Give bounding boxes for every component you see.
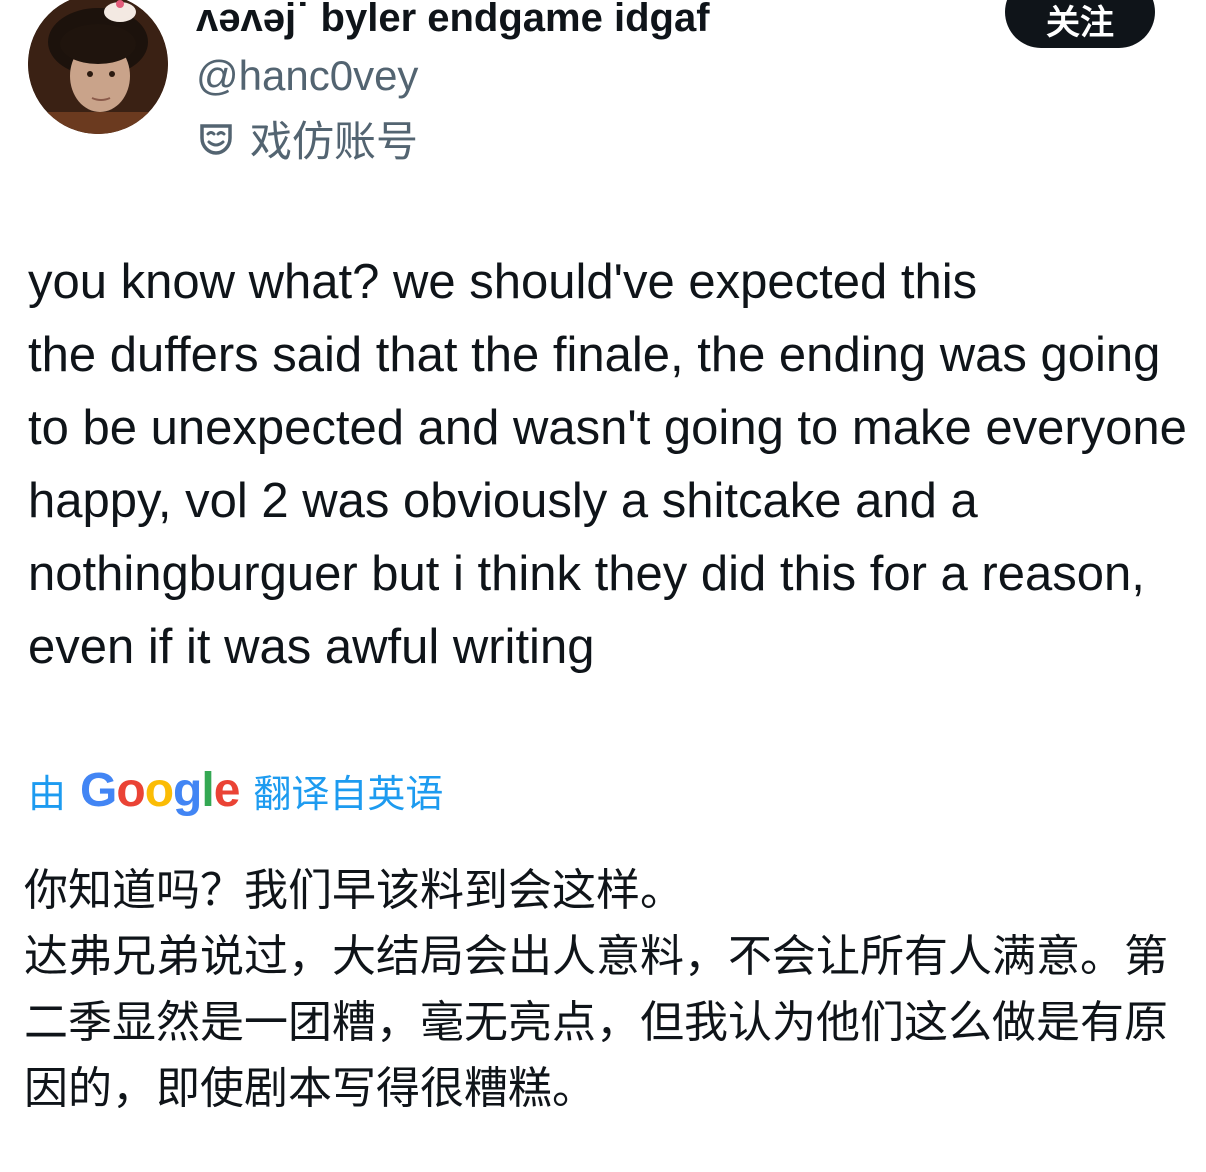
parody-label: 戏仿账号: [196, 112, 418, 165]
follow-button[interactable]: 关注: [1005, 0, 1155, 48]
translation-prefix: 由: [28, 773, 67, 816]
google-logo-icon: Google: [80, 763, 240, 817]
avatar[interactable]: [28, 0, 168, 134]
tweet-text: you know what? we should've expected thi…: [28, 255, 1187, 674]
display-name[interactable]: ʌəʌəj˙ byler endgame idgaf: [196, 0, 710, 44]
parody-label-text: 戏仿账号: [250, 117, 419, 165]
translation-suffix[interactable]: 翻译自英语: [253, 763, 443, 818]
parody-mask-icon: [196, 118, 236, 158]
user-handle[interactable]: @hanc0vey: [196, 50, 418, 102]
avatar-image: [28, 0, 168, 134]
translation-attribution[interactable]: 由 Google 翻译自英语: [28, 758, 443, 822]
translated-text: 你知道吗？我们早该料到会这样。 达弗兄弟说过，大结局会出人意料，不会让所有人满意…: [24, 866, 1168, 1113]
